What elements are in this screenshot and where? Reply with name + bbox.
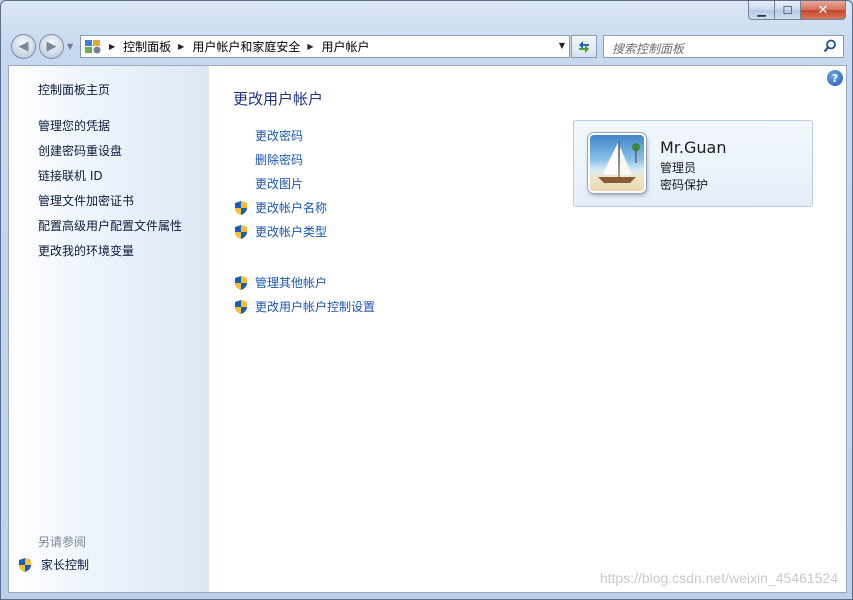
task-label: 删除密码 bbox=[255, 153, 304, 167]
maximize-button[interactable]: ☐ bbox=[775, 1, 801, 20]
task-change-password[interactable]: 更改密码 bbox=[233, 127, 303, 144]
back-button[interactable]: ◀ bbox=[11, 34, 36, 59]
help-icon: ? bbox=[831, 71, 839, 85]
sidebar-advanced-profile-properties[interactable]: 配置高级用户配置文件属性 bbox=[38, 217, 182, 234]
title-bar: ▁ ☐ ✕ bbox=[1, 1, 852, 31]
breadcrumb-control-panel[interactable]: 控制面板 bbox=[123, 38, 171, 55]
main-pane: 更改用户帐户 更改密码 删除密码 更改图片 更改帐户名称 更改帐户类型 管理其他… bbox=[209, 66, 846, 592]
task-manage-other-accounts[interactable]: 管理其他帐户 bbox=[233, 274, 327, 291]
sidebar-control-panel-home[interactable]: 控制面板主页 bbox=[38, 81, 110, 98]
control-panel-window: ▁ ☐ ✕ ◀ ▶ ▼ ▶ 控制面板 ▶ 用户帐户和家庭安全 ▶ 用户帐户 ▼ … bbox=[0, 0, 853, 600]
account-role: 管理员 bbox=[660, 161, 697, 175]
sidebar-manage-credentials[interactable]: 管理您的凭据 bbox=[38, 117, 110, 134]
task-uac-settings[interactable]: 更改用户帐户控制设置 bbox=[233, 298, 375, 315]
task-change-account-type[interactable]: 更改帐户类型 bbox=[233, 223, 327, 240]
help-button[interactable]: ? bbox=[827, 70, 843, 86]
search-icon[interactable] bbox=[823, 39, 837, 53]
address-bar[interactable]: ▶ 控制面板 ▶ 用户帐户和家庭安全 ▶ 用户帐户 ▼ bbox=[80, 35, 570, 58]
account-name: Mr.Guan bbox=[660, 138, 727, 157]
uac-shield-icon bbox=[235, 224, 247, 239]
refresh-button[interactable] bbox=[571, 35, 597, 58]
back-arrow-icon: ◀ bbox=[18, 39, 29, 54]
watermark: https://blog.csdn.net/weixin_45461524 bbox=[599, 570, 838, 586]
control-panel-icon bbox=[84, 39, 102, 55]
page-title: 更改用户帐户 bbox=[233, 90, 324, 108]
forward-button[interactable]: ▶ bbox=[39, 34, 64, 59]
breadcrumb: 控制面板 ▶ 用户帐户和家庭安全 ▶ 用户帐户 bbox=[123, 38, 369, 55]
address-dropdown-icon[interactable]: ▼ bbox=[559, 41, 565, 50]
forward-arrow-icon: ▶ bbox=[46, 39, 57, 54]
minimize-button[interactable]: ▁ bbox=[748, 1, 775, 20]
chevron-right-icon[interactable]: ▶ bbox=[307, 42, 313, 51]
task-label: 管理其他帐户 bbox=[255, 276, 328, 290]
task-pane: 控制面板主页 管理您的凭据 创建密码重设盘 链接联机 ID 管理文件加密证书 配… bbox=[9, 66, 209, 592]
uac-shield-icon bbox=[19, 557, 31, 572]
chevron-right-icon[interactable]: ▶ bbox=[178, 42, 184, 51]
task-label: 更改用户帐户控制设置 bbox=[255, 300, 376, 314]
close-icon: ✕ bbox=[817, 2, 829, 18]
sidebar-environment-variables[interactable]: 更改我的环境变量 bbox=[38, 242, 134, 259]
recent-pages-dropdown[interactable]: ▼ bbox=[67, 42, 73, 51]
see-also-heading: 另请参阅 bbox=[38, 535, 87, 549]
sidebar-create-reset-disk[interactable]: 创建密码重设盘 bbox=[38, 142, 122, 159]
avatar[interactable] bbox=[588, 133, 646, 193]
sidebar-manage-encryption-certs[interactable]: 管理文件加密证书 bbox=[38, 192, 134, 209]
task-label: 更改帐户类型 bbox=[255, 225, 328, 239]
task-change-picture[interactable]: 更改图片 bbox=[233, 175, 303, 192]
task-label: 更改图片 bbox=[255, 177, 304, 191]
uac-shield-icon bbox=[235, 275, 247, 290]
caption-buttons: ▁ ☐ ✕ bbox=[748, 1, 846, 20]
content-area: 控制面板主页 管理您的凭据 创建密码重设盘 链接联机 ID 管理文件加密证书 配… bbox=[8, 65, 847, 593]
close-button[interactable]: ✕ bbox=[801, 1, 846, 20]
breadcrumb-root-arrow[interactable]: ▶ bbox=[109, 42, 115, 51]
breadcrumb-user-accounts-family[interactable]: 用户帐户和家庭安全 bbox=[192, 38, 300, 55]
maximize-icon: ☐ bbox=[782, 3, 793, 17]
uac-shield-icon bbox=[235, 200, 247, 215]
task-label: 更改帐户名称 bbox=[255, 201, 328, 215]
account-password-status: 密码保护 bbox=[660, 178, 709, 192]
uac-shield-icon bbox=[235, 299, 247, 314]
search-box[interactable]: 搜索控制面板 bbox=[603, 35, 844, 58]
sailboat-icon bbox=[598, 141, 640, 183]
sidebar-parental-controls[interactable]: 家长控制 bbox=[17, 556, 89, 573]
parental-controls-label: 家长控制 bbox=[41, 558, 90, 572]
breadcrumb-user-accounts[interactable]: 用户帐户 bbox=[322, 38, 370, 55]
refresh-icon bbox=[579, 40, 589, 53]
account-card: Mr.Guan 管理员 密码保护 bbox=[573, 120, 813, 207]
task-label: 更改密码 bbox=[255, 129, 304, 143]
sidebar-link-online-id[interactable]: 链接联机 ID bbox=[38, 167, 103, 184]
search-input[interactable]: 搜索控制面板 bbox=[612, 40, 684, 57]
minimize-icon: ▁ bbox=[757, 3, 766, 17]
navigation-bar: ◀ ▶ ▼ ▶ 控制面板 ▶ 用户帐户和家庭安全 ▶ 用户帐户 ▼ 搜索控制面板 bbox=[1, 31, 852, 61]
task-remove-password[interactable]: 删除密码 bbox=[233, 151, 303, 168]
task-change-account-name[interactable]: 更改帐户名称 bbox=[233, 199, 327, 216]
